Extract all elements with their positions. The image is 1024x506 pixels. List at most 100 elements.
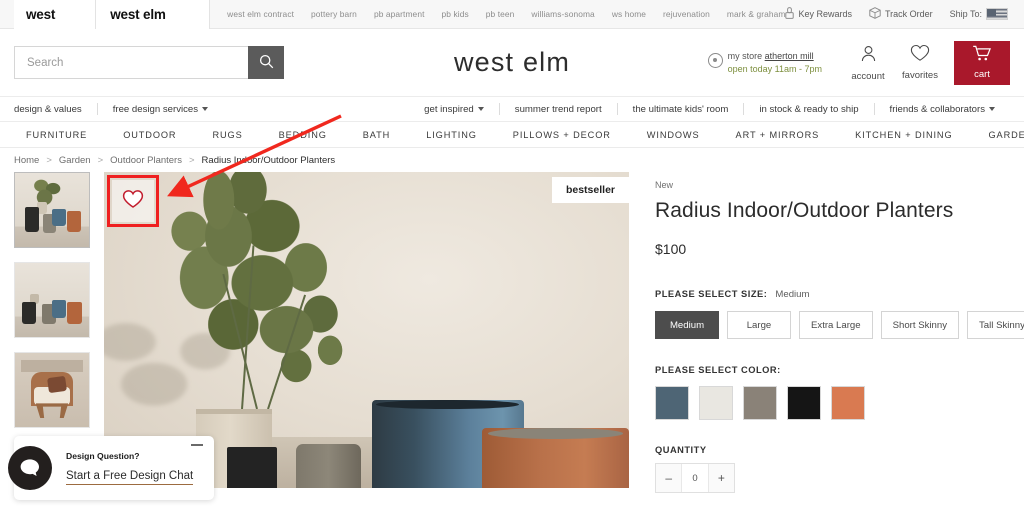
brand-west-elm-kids[interactable]: west elm kids	[96, 0, 211, 51]
secondary-nav: design & values free design services get…	[0, 96, 1024, 122]
chat-bubble-icon[interactable]	[8, 446, 52, 490]
sibling-link-pb-teen[interactable]: pb teen	[486, 9, 515, 19]
account-button[interactable]: account	[842, 44, 894, 82]
breadcrumb-current: Radius Indoor/Outdoor Planters	[201, 154, 336, 166]
track-order-link[interactable]: Track Order	[869, 7, 933, 21]
sibling-link-pottery-barn[interactable]: pottery barn	[311, 9, 357, 19]
sibling-link-west-elm-contract[interactable]: west elm contract	[227, 9, 294, 19]
size-option-extra-large[interactable]: Extra Large	[799, 311, 873, 339]
subnav-item-free-design-services[interactable]: free design services	[98, 104, 223, 115]
catnav-item-art-mirrors[interactable]: ART + MIRRORS	[718, 122, 838, 147]
shopping-cart-icon	[972, 45, 992, 67]
sibling-link-pb-apartment[interactable]: pb apartment	[374, 9, 425, 19]
sibling-link-mark-graham[interactable]: mark & graham	[727, 9, 786, 19]
my-store-widget[interactable]: my store atherton mill open today 11am -…	[707, 50, 822, 76]
subnav-item-summer-trend-report[interactable]: summer trend report	[500, 104, 617, 115]
color-swatch-white[interactable]	[699, 386, 733, 420]
search-input[interactable]	[14, 46, 248, 79]
secondary-nav-left: design & values free design services	[14, 103, 223, 115]
product-price: $100	[655, 241, 687, 257]
my-store-label: my store	[727, 50, 763, 61]
product-info-panel: New Radius Indoor/Outdoor Planters $100 …	[655, 172, 1024, 506]
catnav-item-kitchen-dining[interactable]: KITCHEN + DINING	[837, 122, 970, 147]
shelf	[20, 360, 84, 373]
sibling-link-pb-kids[interactable]: pb kids	[442, 9, 469, 19]
catnav-item-windows[interactable]: WINDOWS	[629, 122, 718, 147]
cart-button[interactable]: cart	[954, 40, 1010, 85]
sibling-link-ws-home[interactable]: ws home	[612, 9, 646, 19]
planter-blue	[52, 300, 67, 318]
location-pin-icon	[707, 52, 723, 68]
my-store-name[interactable]: atherton mill	[765, 51, 814, 61]
catnav-item-bath[interactable]: BATH	[345, 122, 408, 147]
subnav-label: the ultimate kids' room	[632, 103, 729, 115]
breadcrumb-separator: >	[46, 154, 52, 166]
thumbnail-1[interactable]	[14, 172, 90, 248]
size-option-medium[interactable]: Medium	[655, 311, 719, 339]
breadcrumb-item-home[interactable]: Home	[14, 155, 39, 166]
page-title: Radius Indoor/Outdoor Planters	[655, 199, 954, 222]
planter-terracotta	[482, 427, 629, 488]
catnav-item-outdoor[interactable]: OUTDOOR	[105, 122, 194, 147]
size-selector-label: PLEASE SELECT SIZE: Medium	[655, 289, 1024, 300]
quantity-input[interactable]: 0	[681, 464, 709, 492]
brand-west-elm[interactable]: west elm	[14, 0, 97, 51]
quantity-increase-button[interactable]: +	[709, 464, 734, 492]
key-rewards-link[interactable]: Key Rewards	[785, 7, 852, 21]
chevron-down-icon	[202, 107, 209, 111]
search-button[interactable]	[248, 46, 284, 79]
breadcrumb: Home > Garden > Outdoor Planters > Radiu…	[0, 148, 1024, 172]
catnav-item-bedding[interactable]: BEDDING	[261, 122, 345, 147]
subnav-label: free design services	[112, 103, 199, 115]
favorites-button[interactable]: favorites	[894, 44, 946, 81]
planter-taupe	[295, 443, 362, 488]
minimize-icon[interactable]	[191, 444, 203, 446]
add-to-favorites-button[interactable]	[112, 180, 154, 222]
quantity-decrease-button[interactable]: –	[656, 464, 681, 492]
color-swatch-black[interactable]	[787, 386, 821, 420]
site-logo[interactable]: west elm	[454, 47, 570, 78]
sibling-link-rejuvenation[interactable]: rejuvenation	[663, 9, 710, 19]
sibling-brand-links: west elm contract pottery barn pb apartm…	[227, 9, 785, 19]
color-swatch-terracotta[interactable]	[831, 386, 865, 420]
site-header: west elm my store atherton mill open tod…	[0, 29, 1024, 96]
subnav-label: friends & collaborators	[889, 103, 985, 115]
subnav-item-ultimate-kids-room[interactable]: the ultimate kids' room	[618, 104, 744, 115]
size-option-large[interactable]: Large	[727, 311, 791, 339]
planter-blue	[52, 208, 67, 227]
catnav-item-pillows-decor[interactable]: PILLOWS + DECOR	[495, 122, 629, 147]
size-option-short-skinny[interactable]: Short Skinny	[880, 311, 960, 339]
thumbnail-3[interactable]	[14, 352, 90, 428]
search-icon	[259, 54, 274, 72]
planter-terracotta	[66, 301, 82, 324]
subnav-item-in-stock-ready-to-ship[interactable]: in stock & ready to ship	[744, 104, 873, 115]
color-swatch-slate-blue[interactable]	[655, 386, 689, 420]
planter-black	[22, 301, 37, 324]
thumbnail-image	[15, 263, 89, 337]
user-icon	[859, 44, 878, 68]
favorites-label: favorites	[902, 70, 938, 81]
catnav-item-garden[interactable]: GARDEN	[971, 122, 1024, 147]
account-label: account	[851, 70, 885, 82]
design-chat-widget[interactable]: Design Question? Start a Free Design Cha…	[8, 436, 214, 500]
chair-legs	[35, 403, 69, 419]
ship-to-selector[interactable]: Ship To:	[950, 8, 1008, 20]
start-design-chat-link[interactable]: Start a Free Design Chat	[66, 470, 194, 485]
thumbnail-2[interactable]	[14, 262, 90, 338]
subnav-item-design-values[interactable]: design & values	[14, 104, 97, 115]
brand-kids-main: west elm	[110, 6, 166, 22]
subnav-item-get-inspired[interactable]: get inspired	[424, 104, 499, 115]
size-option-tall-skinny[interactable]: Tall Skinny	[967, 311, 1024, 339]
catnav-item-lighting[interactable]: LIGHTING	[408, 122, 495, 147]
heart-outline-icon	[122, 189, 144, 214]
color-swatch-taupe-gray[interactable]	[743, 386, 777, 420]
catnav-item-rugs[interactable]: RUGS	[194, 122, 260, 147]
catnav-item-furniture[interactable]: FURNITURE	[8, 122, 105, 147]
my-store-text: my store atherton mill open today 11am -…	[728, 50, 822, 76]
sibling-link-williams-sonoma[interactable]: williams-sonoma	[531, 9, 594, 19]
breadcrumb-item-garden[interactable]: Garden	[59, 155, 91, 166]
secondary-nav-right: get inspired summer trend report the ult…	[424, 103, 1010, 115]
subnav-item-friends-collaborators[interactable]: friends & collaborators	[875, 104, 1010, 115]
subnav-label: design & values	[14, 103, 82, 115]
breadcrumb-item-outdoor-planters[interactable]: Outdoor Planters	[110, 155, 182, 166]
